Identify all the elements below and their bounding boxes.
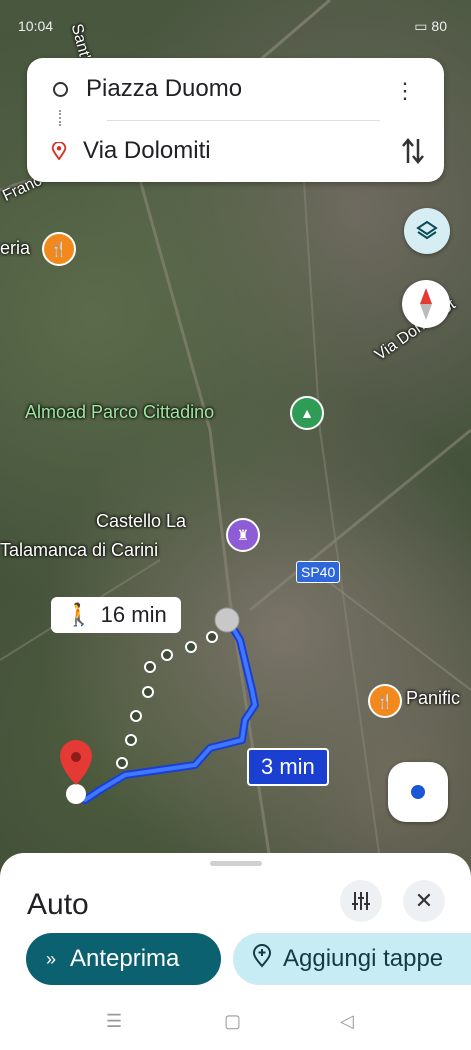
tune-icon — [352, 892, 370, 910]
origin-field[interactable]: Piazza Duomo — [86, 75, 242, 103]
drive-time-badge[interactable]: 3 min — [247, 748, 329, 786]
compass-button[interactable] — [402, 280, 450, 328]
route-card: Piazza Duomo Via Dolomiti ⋮ — [27, 58, 444, 182]
walking-route — [116, 631, 218, 769]
compass-icon — [420, 288, 432, 320]
swap-icon[interactable] — [400, 136, 426, 166]
walk-time-label: 16 min — [100, 602, 167, 627]
home-nav-icon[interactable]: ▢ — [224, 1011, 241, 1032]
preview-button[interactable]: » Anteprima — [26, 933, 221, 985]
castle-label-line1: Castello La — [96, 511, 187, 531]
origin-circle-icon — [53, 81, 68, 97]
recents-nav-icon[interactable]: ☰ — [106, 1011, 122, 1032]
add-stops-label: Aggiungi tappe — [283, 945, 444, 972]
close-button[interactable]: ✕ — [403, 880, 445, 922]
preview-label: Anteprima — [70, 945, 180, 972]
back-nav-icon[interactable]: ◁ — [340, 1011, 354, 1032]
castle-icon[interactable]: ♜ — [226, 518, 260, 552]
destination-icon — [51, 142, 67, 160]
restaurant-icon[interactable]: 🍴 — [42, 232, 76, 266]
system-nav-bar: ☰ ▢ ◁ — [0, 1003, 471, 1043]
options-button[interactable] — [340, 880, 382, 922]
layers-button[interactable] — [404, 208, 450, 254]
close-icon: ✕ — [414, 888, 434, 913]
castle-label-line2: Talamanca di Carini — [0, 540, 159, 560]
chevrons-icon: » — [46, 948, 57, 969]
origin-marker[interactable] — [214, 607, 240, 633]
status-time: 10:04 — [18, 18, 54, 34]
layers-icon — [416, 220, 438, 240]
battery-icon: ▭ — [414, 18, 432, 34]
battery-level: ▭ 80 — [414, 18, 447, 34]
drag-handle[interactable] — [210, 861, 262, 866]
add-stops-button[interactable]: Aggiungi tappe — [233, 933, 471, 985]
more-vert-icon[interactable]: ⋮ — [394, 78, 416, 104]
status-bar: 10:04 ▭ 80 — [0, 0, 471, 52]
walking-icon: 🚶 — [65, 602, 93, 627]
my-location-button[interactable] — [388, 762, 448, 822]
restaurant-label: eria — [0, 238, 31, 258]
bakery-label: Panific — [406, 688, 461, 708]
origin-row[interactable]: Piazza Duomo — [27, 64, 444, 114]
walk-time-pill[interactable]: 🚶 16 min — [51, 597, 181, 633]
bakery-icon[interactable]: 🍴 — [368, 684, 402, 718]
destination-row[interactable]: Via Dolomiti — [27, 126, 444, 176]
destination-field[interactable]: Via Dolomiti — [83, 137, 211, 165]
driving-route — [81, 616, 259, 804]
bottom-sheet: Auto ✕ » Anteprima Aggiungi tappe ☰ ▢ ◁ — [0, 853, 471, 1050]
travel-mode-title: Auto — [27, 888, 89, 921]
park-label: Almoad Parco Cittadino — [25, 402, 215, 422]
my-location-icon — [411, 785, 425, 799]
road-badge-sp40: SP40 — [296, 561, 341, 583]
route-connector — [59, 110, 63, 126]
divider — [107, 120, 380, 121]
add-pin-icon — [251, 943, 273, 975]
park-icon[interactable]: ▲ — [290, 396, 324, 430]
